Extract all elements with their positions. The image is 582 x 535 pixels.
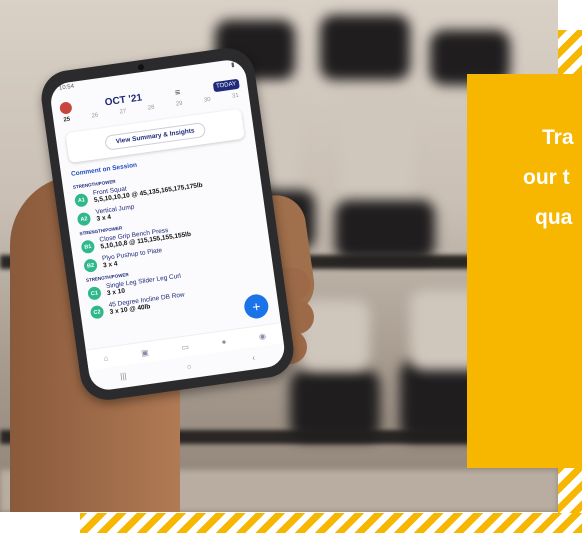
date-item[interactable]: 29 — [176, 101, 184, 114]
card-line: qua — [535, 206, 573, 229]
filter-icon[interactable]: ≡ — [174, 87, 181, 98]
date-item[interactable]: 30 — [204, 97, 212, 110]
dumbbell — [290, 370, 380, 440]
battery-icon: ▮ — [230, 62, 235, 69]
stripe-border-bottom — [80, 513, 582, 533]
exercise-badge: B1 — [80, 239, 96, 255]
status-time: 10:54 — [58, 83, 75, 92]
avatar[interactable] — [59, 101, 73, 115]
date-item[interactable]: 26 — [91, 113, 99, 126]
month-selector[interactable]: OCT '21 — [104, 92, 143, 108]
back-icon[interactable]: ‹ — [252, 353, 256, 362]
smartphone: 10:54 ▮ OCT '21 ≡ TODAY 25 26 27 28 29 3… — [37, 44, 298, 404]
dumbbell — [340, 95, 415, 215]
date-item[interactable]: 25 — [63, 117, 71, 130]
card-line: Tra — [542, 126, 574, 149]
date-item[interactable]: 27 — [119, 109, 127, 122]
date-item[interactable]: 31 — [232, 93, 240, 106]
today-button[interactable]: TODAY — [212, 78, 240, 93]
front-camera-icon — [137, 63, 145, 71]
home-circle-icon[interactable]: ○ — [186, 362, 192, 372]
dumbbell — [320, 15, 410, 80]
exercise-badge: C1 — [87, 286, 102, 301]
recents-icon[interactable]: ||| — [120, 371, 127, 381]
promo-card: Tra our t qua — [467, 74, 582, 468]
profile-icon[interactable]: ◉ — [258, 331, 266, 341]
dumbbell — [335, 200, 435, 260]
notification-icon[interactable]: ● — [221, 337, 227, 347]
app-screen: 10:54 ▮ OCT '21 ≡ TODAY 25 26 27 28 29 3… — [48, 57, 287, 393]
card-line: our t — [523, 166, 570, 189]
exercise-badge: A1 — [74, 192, 89, 208]
chat-icon[interactable]: ▭ — [181, 342, 190, 352]
home-icon[interactable]: ⌂ — [103, 353, 109, 363]
exercise-badge: A2 — [76, 211, 92, 227]
view-summary-button[interactable]: View Summary & Insights — [103, 121, 207, 151]
date-item[interactable]: 28 — [147, 105, 155, 118]
exercise-badge: B2 — [83, 258, 98, 273]
exercise-badge: C2 — [89, 304, 105, 320]
calendar-icon[interactable]: ▣ — [140, 347, 149, 357]
